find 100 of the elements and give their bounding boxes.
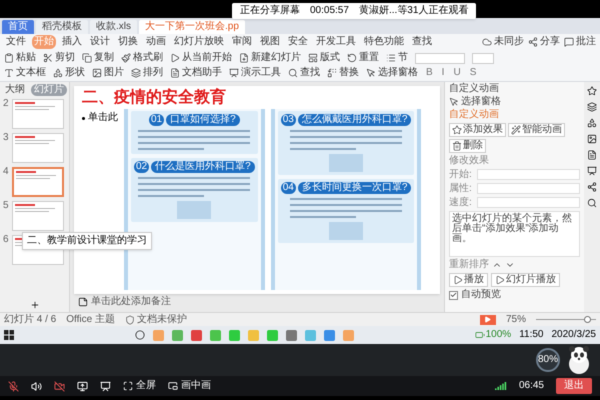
menu-tab[interactable]: 插入 <box>60 35 84 49</box>
toolbar-button[interactable]: 图片 <box>92 68 124 78</box>
whiteboard-icon[interactable] <box>100 380 111 392</box>
app-icon[interactable] <box>286 330 297 340</box>
document-tab[interactable]: 首页 <box>2 20 34 34</box>
sidebar-tool[interactable] <box>587 198 597 208</box>
sidebar-tool[interactable] <box>587 150 597 160</box>
content-placeholder[interactable]: 单击此 <box>88 113 118 123</box>
photo-placeholder <box>329 154 364 172</box>
toolbar-button[interactable]: 剪切 <box>43 53 75 63</box>
add-slide-button[interactable] <box>30 300 40 310</box>
field-label: 速度: <box>449 198 473 208</box>
selection-pane-button[interactable]: 选择窗格 <box>449 97 501 107</box>
play-icon <box>453 275 463 285</box>
autopreview-checkbox[interactable] <box>449 290 458 300</box>
pointer-icon <box>366 68 376 78</box>
toolbar-button[interactable]: 排列 <box>131 68 163 78</box>
section-heading: 口罩如何选择? <box>166 114 240 126</box>
toolbar-button[interactable]: 从当前开始 <box>170 53 232 63</box>
format-button[interactable]: U <box>452 68 462 78</box>
toolbar-button[interactable]: 文本框 <box>4 68 46 78</box>
menu-tab[interactable]: 设计 <box>88 35 112 49</box>
slide-number: 5 <box>3 201 10 211</box>
screen-share-icon[interactable] <box>77 380 88 392</box>
sidebar-tool[interactable] <box>587 134 597 144</box>
menu-tab[interactable]: 特色功能 <box>362 35 406 49</box>
format-button[interactable]: S <box>468 68 478 78</box>
wand-icon <box>511 125 521 135</box>
slide-number: 4 <box>3 167 10 177</box>
toolbar-button[interactable]: 文档助手 <box>170 68 222 78</box>
format-button[interactable]: B <box>425 68 434 78</box>
notes-placeholder[interactable]: 单击此处添加备注 <box>91 297 171 307</box>
toolbar-button[interactable]: 查找 <box>288 68 320 78</box>
dropdown-field[interactable] <box>477 183 580 194</box>
camera-off-icon[interactable] <box>54 380 65 392</box>
menu-tab[interactable]: 安全 <box>286 35 310 49</box>
modify-label: 修改效果 <box>449 156 490 166</box>
document-tab[interactable]: 收款.xls <box>90 20 137 34</box>
toolbar-button[interactable]: 新建幻灯片 <box>239 53 301 63</box>
menu-tab[interactable]: 审阅 <box>230 35 254 49</box>
menu-tab[interactable]: 文件 <box>4 35 28 49</box>
tool-icon <box>587 102 597 112</box>
speaker-icon[interactable] <box>31 380 42 392</box>
hint-text: 选中幻灯片的某个元素，然后单击“添加效果”添加动画。 <box>452 214 573 244</box>
slideshow-button[interactable] <box>480 314 496 324</box>
menu-tab[interactable]: 开发工具 <box>314 35 358 49</box>
play-button[interactable]: 播放 <box>449 273 488 287</box>
zoom-thumb[interactable] <box>584 316 591 323</box>
exit-button[interactable]: 退出 <box>556 378 592 394</box>
toolbar-button[interactable]: 粘贴 <box>4 53 36 63</box>
menu-tab[interactable]: 动画 <box>144 35 168 49</box>
sidebar-tool[interactable] <box>587 118 597 128</box>
sidebar-tool[interactable] <box>587 102 597 112</box>
play-button[interactable]: 幻灯片播放 <box>491 273 560 287</box>
toolbar-button[interactable]: 选择窗格 <box>366 68 418 78</box>
slide-thumbnail[interactable] <box>12 167 64 197</box>
document-tab[interactable]: 稻壳模板 <box>36 20 88 34</box>
font-size-field[interactable] <box>472 52 494 64</box>
scissors-icon <box>43 53 53 63</box>
menu-action[interactable]: 分享 <box>528 37 560 47</box>
protection-status[interactable]: 文档未保护 <box>124 314 187 324</box>
slide-thumbnail[interactable] <box>12 201 64 231</box>
toolbar-button[interactable]: 复制 <box>82 53 114 63</box>
pane-button[interactable]: 添加效果 <box>449 123 506 137</box>
fullscreen-button[interactable]: 全屏 <box>123 381 156 391</box>
slide-tooltip: 二、教学前设计课堂的学习 <box>22 232 152 250</box>
sidebar-tool[interactable] <box>587 182 597 192</box>
document-tab[interactable]: 大一下第一次班会.pp <box>139 20 245 34</box>
muted-mic-icon[interactable] <box>8 380 19 392</box>
pane-button[interactable]: 智能动画 <box>508 123 565 137</box>
tool-icon <box>587 166 597 176</box>
dropdown-field[interactable] <box>477 169 580 180</box>
toolbar-button[interactable]: 格式刷 <box>121 53 163 63</box>
pane-title: 自定义动画 <box>449 84 500 94</box>
font-field[interactable] <box>415 52 465 64</box>
menu-tab[interactable]: 查找 <box>410 35 434 49</box>
toolbar-button[interactable]: 形状 <box>53 68 85 78</box>
menu-action[interactable]: 批注 <box>564 37 596 47</box>
slide-thumbnail[interactable] <box>12 99 64 129</box>
sidebar-tool[interactable] <box>587 166 597 176</box>
sidebar-tool[interactable] <box>587 86 597 96</box>
format-button[interactable]: I <box>440 68 446 78</box>
toolbar-button[interactable]: 重置 <box>347 53 379 63</box>
app-icon[interactable] <box>190 330 202 340</box>
menu-action[interactable]: 未同步 <box>482 37 524 47</box>
slide-thumbnail[interactable] <box>12 133 64 163</box>
menu-tab[interactable]: 切换 <box>116 35 140 49</box>
app-icon[interactable] <box>324 330 335 340</box>
pip-button[interactable]: 画中画 <box>168 381 211 391</box>
toolbar-button[interactable]: 版式 <box>308 53 340 63</box>
toolbar-button[interactable]: 演示工具 <box>229 68 281 78</box>
menu-tab[interactable]: 幻灯片放映 <box>172 35 226 49</box>
toolbar-button[interactable]: 节 <box>386 53 408 63</box>
clock-time: 11:50 <box>519 330 544 340</box>
windows-logo-icon[interactable] <box>4 330 14 340</box>
toolbar-button[interactable]: 替换 <box>327 68 359 78</box>
pane-button[interactable]: 删除 <box>449 139 486 153</box>
menu-tab[interactable]: 视图 <box>258 35 282 49</box>
dropdown-field[interactable] <box>477 197 580 208</box>
panel-tab[interactable]: 大纲 <box>2 84 28 96</box>
